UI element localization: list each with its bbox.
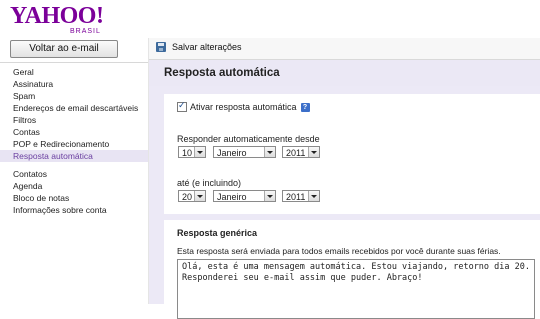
help-icon[interactable]: ? [300, 102, 310, 112]
generic-reply-panel: Resposta genérica Esta resposta será env… [164, 220, 540, 319]
main-content: Resposta automática Ativar resposta auto… [149, 60, 540, 319]
enable-auto-reply-row: Ativar resposta automática ? [177, 100, 310, 112]
sidebar-item-spam[interactable]: Spam [0, 90, 148, 102]
sidebar-item-pop-forwarding[interactable]: POP e Redirecionamento [0, 138, 148, 150]
chevron-down-icon [194, 147, 205, 157]
sidebar-item-notepad[interactable]: Bloco de notas [0, 192, 148, 204]
chevron-down-icon [264, 147, 275, 157]
content-area: Ativar resposta automática ? Responder a… [149, 86, 540, 319]
page-header: Resposta automática [149, 60, 540, 86]
until-month-value: Janeiro [217, 192, 247, 202]
logo-wordmark: YAHOO! [10, 3, 104, 29]
settings-sidebar: Voltar ao e-mail Geral Assinatura Spam E… [0, 38, 149, 304]
from-day-select[interactable]: 10 [178, 146, 206, 158]
generic-reply-description: Esta resposta será enviada para todos em… [177, 246, 501, 256]
yahoo-logo: YAHOO! BRASIL [10, 3, 104, 36]
page-title: Resposta automática [164, 67, 280, 79]
until-month-select[interactable]: Janeiro [213, 190, 276, 202]
until-year-select[interactable]: 2011 [282, 190, 320, 202]
save-changes-label: Salvar alterações [172, 42, 242, 52]
chevron-down-icon [308, 191, 319, 201]
from-day-value: 10 [182, 148, 193, 158]
sidebar-item-contas[interactable]: Contas [0, 126, 148, 138]
chevron-down-icon [264, 191, 275, 201]
from-month-value: Janeiro [217, 148, 247, 158]
sidebar-item-auto-reply[interactable]: Resposta automática [0, 150, 148, 162]
auto-reply-message-textarea[interactable]: Olá, esta é uma mensagem automática. Est… [177, 259, 535, 319]
chevron-down-icon [194, 191, 205, 201]
sidebar-item-assinatura[interactable]: Assinatura [0, 78, 148, 90]
auto-reply-settings-panel: Ativar resposta automática ? Responder a… [164, 94, 540, 214]
settings-toolbar: Salvar alterações [149, 38, 540, 60]
enable-auto-reply-label: Ativar resposta automática [190, 102, 297, 112]
settings-nav: Geral Assinatura Spam Endereços de email… [0, 62, 148, 216]
until-year-value: 2011 [286, 192, 306, 202]
chevron-down-icon [308, 147, 319, 157]
until-day-select[interactable]: 20 [178, 190, 206, 202]
sidebar-item-contatos[interactable]: Contatos [0, 168, 148, 180]
sidebar-item-account-info[interactable]: Informações sobre conta [0, 204, 148, 216]
generic-reply-title: Resposta genérica [177, 228, 258, 238]
from-date-label: Responder automaticamente desde [177, 134, 320, 144]
save-changes-button[interactable]: Salvar alterações [156, 42, 242, 52]
back-to-mail-label: Voltar ao e-mail [29, 43, 99, 54]
until-day-value: 20 [182, 192, 193, 202]
sidebar-item-disposable-addresses[interactable]: Endereços de email descartáveis [0, 102, 148, 114]
logo-subtitle: BRASIL [70, 28, 101, 35]
from-year-select[interactable]: 2011 [282, 146, 320, 158]
from-month-select[interactable]: Janeiro [213, 146, 276, 158]
back-to-mail-button[interactable]: Voltar ao e-mail [10, 40, 118, 58]
floppy-disk-icon [156, 42, 166, 52]
until-date-label: até (e incluindo) [177, 178, 242, 188]
sidebar-item-filtros[interactable]: Filtros [0, 114, 148, 126]
from-year-value: 2011 [286, 148, 306, 158]
enable-auto-reply-checkbox[interactable] [177, 100, 187, 112]
sidebar-item-agenda[interactable]: Agenda [0, 180, 148, 192]
sidebar-item-geral[interactable]: Geral [0, 66, 148, 78]
